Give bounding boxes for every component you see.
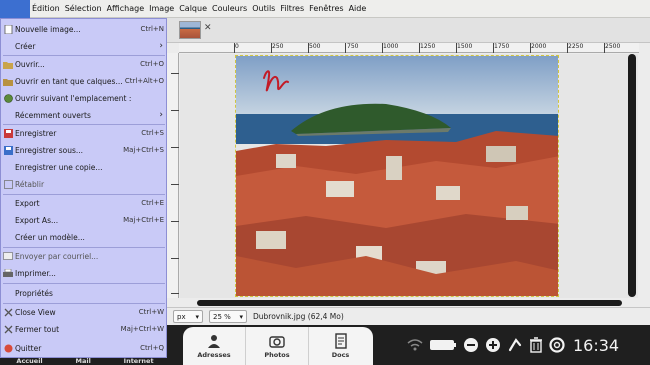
menu-item-revert[interactable]: Rétablir <box>1 176 167 192</box>
menu-item-new-image[interactable]: Nouvelle image... Ctrl+N <box>1 21 167 37</box>
menu-item-print[interactable]: Imprimer... <box>1 265 167 281</box>
menu-filtres[interactable]: Filtres <box>278 4 306 13</box>
menu-item-open[interactable]: Ouvrir... Ctrl+O <box>1 56 167 72</box>
chevron-down-icon: ▾ <box>195 312 199 321</box>
ruler-label: 500 <box>309 43 321 50</box>
menu-affichage[interactable]: Affichage <box>105 4 147 13</box>
trash-icon[interactable] <box>529 337 543 353</box>
image-tab-bar: ✕ <box>167 18 650 43</box>
dock-docs[interactable]: Docs <box>309 327 372 365</box>
ruler-label: 1500 <box>457 43 473 50</box>
image-tab-thumbnail[interactable] <box>179 21 201 39</box>
ruler-label: 0 <box>235 43 239 50</box>
dubrovnik-photo[interactable] <box>235 55 559 297</box>
ruler-label: 1250 <box>420 43 436 50</box>
menu-item-close-all[interactable]: Fermer tout Maj+Ctrl+W <box>1 321 167 337</box>
menu-fichier[interactable] <box>0 0 30 18</box>
zoom-select[interactable]: 25 % ▾ <box>209 310 247 323</box>
close-all-icon <box>3 324 13 334</box>
menu-couleurs[interactable]: Couleurs <box>210 4 249 13</box>
volume-up-icon[interactable] <box>485 337 501 353</box>
ruler-label: 2500 <box>605 43 621 50</box>
menu-fenetres[interactable]: Fenêtres <box>307 4 345 13</box>
menu-item-export-as[interactable]: Export As... Maj+Ctrl+E <box>1 212 167 228</box>
ruler-label: 750 <box>347 43 359 50</box>
close-view-icon <box>3 307 13 317</box>
horizontal-ruler[interactable]: 0 250 500 750 1000 1250 1500 1750 2000 2… <box>179 43 639 53</box>
chevron-down-icon: ▾ <box>239 312 243 321</box>
wifi-icon[interactable] <box>407 338 423 352</box>
menu-item-create[interactable]: Créer › <box>1 38 167 54</box>
mail-icon <box>3 251 13 261</box>
ruler-label: 250 <box>272 43 284 50</box>
globe-icon <box>3 93 13 103</box>
menu-item-close-view[interactable]: Close View Ctrl+W <box>1 304 167 320</box>
menu-calque[interactable]: Calque <box>177 4 209 13</box>
ruler-label: 1750 <box>494 43 510 50</box>
contacts-icon <box>208 335 220 348</box>
vertical-ruler[interactable] <box>167 53 179 298</box>
help-icon[interactable] <box>549 337 565 353</box>
image-window: ✕ 0 250 500 750 1000 1250 1500 1750 2000… <box>167 18 650 325</box>
menu-selection[interactable]: Sélection <box>63 4 104 13</box>
file-menu: Nouvelle image... Ctrl+N Créer › Ouvrir...… <box>0 18 167 358</box>
clock: 16:34 <box>573 335 620 355</box>
new-image-icon <box>3 24 13 34</box>
menu-item-open-as-layers[interactable]: Ouvrir en tant que calques... Ctrl+Alt+O <box>1 73 167 89</box>
printer-icon <box>3 268 13 278</box>
chevron-right-icon: › <box>159 41 163 51</box>
menu-item-quit[interactable]: Quitter Ctrl+Q <box>1 340 167 356</box>
dock-label-accueil[interactable]: Accueil <box>16 357 42 365</box>
menu-item-export[interactable]: Export Ctrl+E <box>1 195 167 211</box>
documents-icon <box>334 333 347 349</box>
dock-label-internet[interactable]: Internet <box>124 357 154 365</box>
menu-item-open-location[interactable]: Ouvrir suivant l'emplacement : <box>1 90 167 106</box>
menu-item-recent[interactable]: Récemment ouverts › <box>1 107 167 123</box>
dock-adresses[interactable]: Adresses <box>183 327 246 365</box>
system-tray: 16:34 <box>407 325 619 365</box>
horizontal-scrollbar[interactable] <box>197 300 622 306</box>
volume-down-icon[interactable] <box>463 337 479 353</box>
battery-icon[interactable] <box>429 338 457 352</box>
ruler-label: 2250 <box>568 43 584 50</box>
menu-image[interactable]: Image <box>147 4 176 13</box>
menu-edition[interactable]: Édition <box>30 4 62 13</box>
dock-label-mail[interactable]: Mail <box>76 357 91 365</box>
file-info: Dubrovnik.jpg (62,4 Mo) <box>253 312 344 321</box>
menu-item-save-copy[interactable]: Enregistrer une copie... <box>1 159 167 175</box>
layers-icon <box>3 76 13 86</box>
dock-photos[interactable]: Photos <box>246 327 309 365</box>
revert-icon <box>3 179 13 189</box>
save-icon <box>3 128 13 138</box>
menu-item-properties[interactable]: Propriétés <box>1 285 167 301</box>
vertical-scrollbar[interactable] <box>628 54 636 297</box>
menu-outils[interactable]: Outils <box>250 4 277 13</box>
eject-icon[interactable] <box>507 337 523 353</box>
save-as-icon <box>3 145 13 155</box>
camera-icon <box>269 336 285 348</box>
close-icon[interactable]: ✕ <box>204 23 212 33</box>
menu-item-save[interactable]: Enregistrer Ctrl+S <box>1 125 167 141</box>
quit-icon <box>3 343 13 353</box>
folder-icon <box>3 59 13 69</box>
menu-item-create-template[interactable]: Créer un modèle... <box>1 229 167 245</box>
menu-aide[interactable]: Aide <box>347 4 369 13</box>
chevron-right-icon: › <box>159 110 163 120</box>
ruler-label: 1000 <box>383 43 399 50</box>
menu-item-send-email[interactable]: Envoyer par courriel... <box>1 248 167 264</box>
menu-item-save-as[interactable]: Enregistrer sous... Maj+Ctrl+S <box>1 142 167 158</box>
unit-select[interactable]: px ▾ <box>173 310 203 323</box>
image-canvas[interactable] <box>180 54 638 298</box>
menu-bar: Édition Sélection Affichage Image Calque… <box>0 0 650 18</box>
status-bar: px ▾ 25 % ▾ Dubrovnik.jpg (62,4 Mo) <box>167 307 650 325</box>
dock-panel: Adresses Photos Docs <box>183 327 373 365</box>
ruler-label: 2000 <box>531 43 547 50</box>
